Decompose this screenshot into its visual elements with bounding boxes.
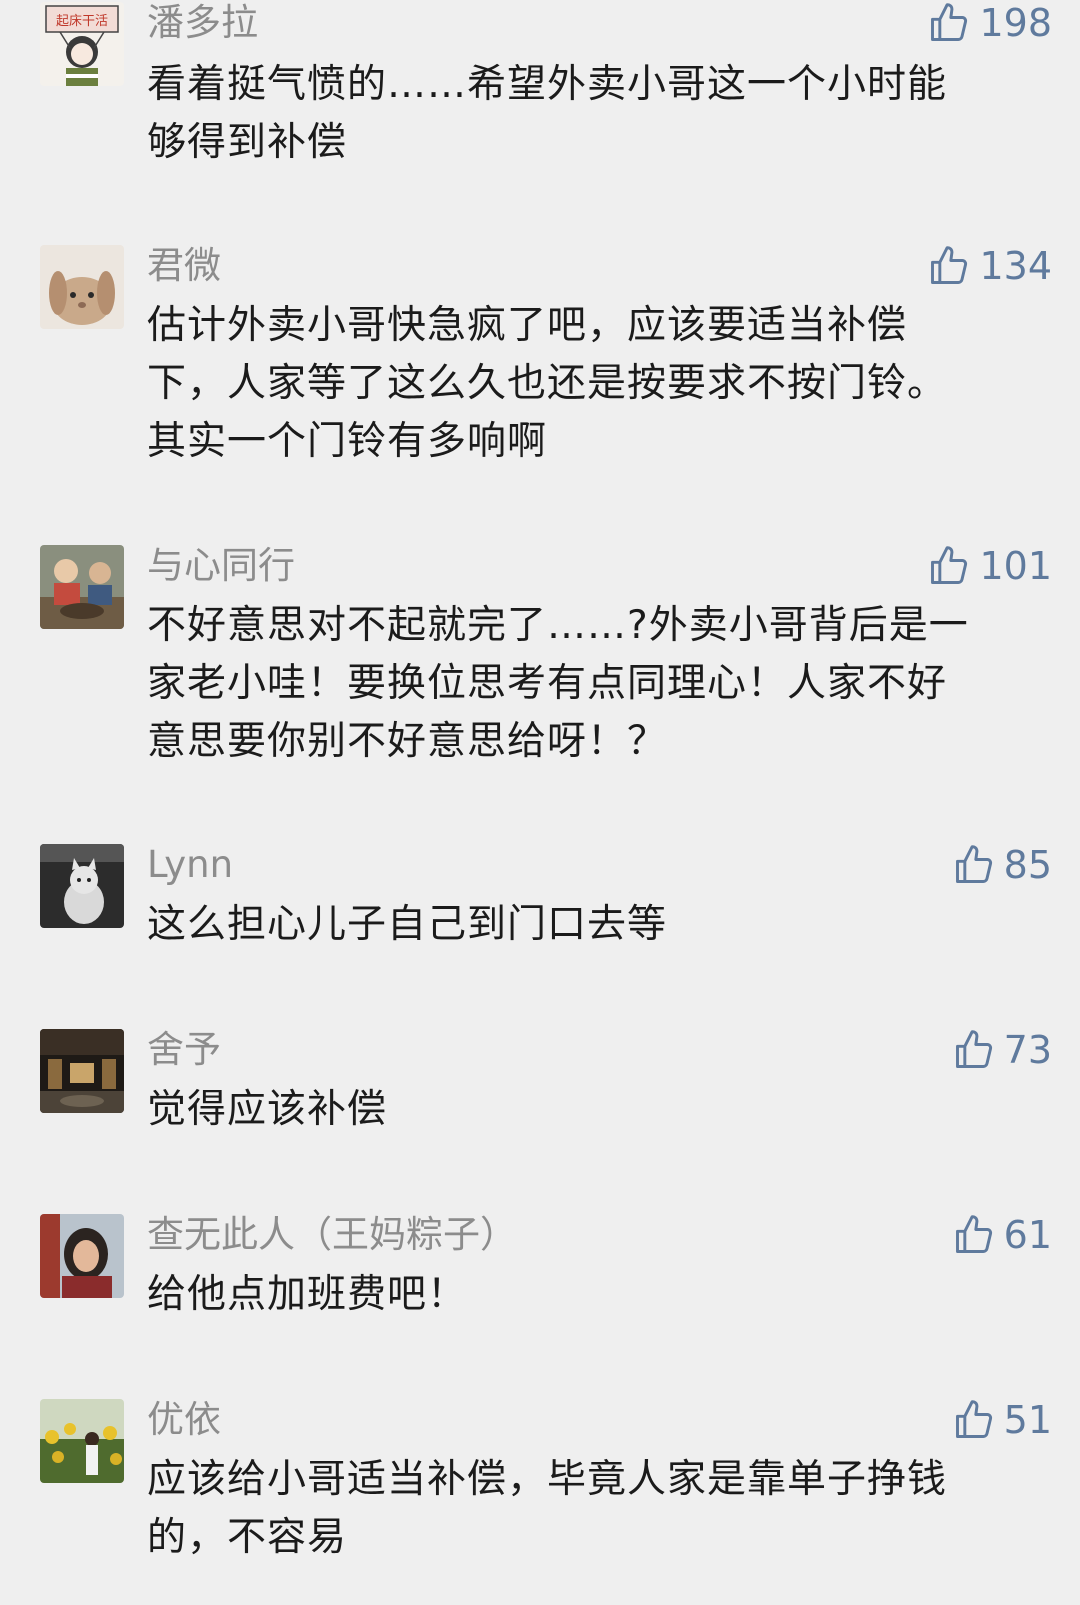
comment-author[interactable]: 君微: [147, 243, 221, 289]
like-count: 85: [1003, 843, 1052, 887]
comment-text-line: 应该给小哥适当补偿，毕竟人家是靠单子挣钱: [147, 1457, 948, 1502]
comment-text-line: 给他点加班费吧！: [147, 1272, 468, 1317]
like-button[interactable]: 101: [927, 543, 1052, 589]
thumbs-up-icon: [931, 3, 968, 41]
comment-author[interactable]: 优依: [147, 1397, 221, 1443]
avatar[interactable]: [40, 1029, 124, 1113]
thumbs-up-icon: [955, 845, 992, 883]
avatar-hall-photo-icon: [40, 1029, 124, 1113]
comment-author[interactable]: 舍予: [147, 1027, 221, 1073]
like-button[interactable]: 73: [952, 1027, 1052, 1073]
avatar-cat-photo-icon: [40, 844, 124, 928]
comment-text-line: 其实一个门铃有多响啊: [147, 419, 548, 464]
avatar[interactable]: 起床干活: [40, 2, 124, 86]
like-button[interactable]: 61: [952, 1212, 1052, 1258]
avatar-rabbit-icon: [40, 245, 124, 329]
comment-author[interactable]: Lynn: [147, 842, 233, 888]
comment-text-line: 估计外卖小哥快急疯了吧，应该要适当补偿: [147, 303, 908, 348]
thumbs-up-icon: [931, 246, 968, 284]
like-count: 51: [1003, 1398, 1052, 1442]
avatar-girl-sign-icon: 起床干活: [40, 2, 124, 86]
comment-author[interactable]: 与心同行: [147, 543, 295, 589]
like-count: 73: [1003, 1028, 1052, 1072]
avatar[interactable]: [40, 1399, 124, 1483]
like-count: 134: [979, 244, 1052, 288]
comment-text: 应该给小哥适当补偿，毕竟人家是靠单子挣钱 的，不容易: [147, 1451, 1047, 1567]
comment-text: 估计外卖小哥快急疯了吧，应该要适当补偿 下，人家等了这么久也还是按要求不按门铃。…: [147, 297, 1047, 471]
avatar-sunflower-photo-icon: [40, 1399, 124, 1483]
thumbs-up-icon: [931, 546, 968, 584]
avatar[interactable]: [40, 1214, 124, 1298]
comment-text: 觉得应该补偿: [147, 1081, 1047, 1139]
comment-text-line: 家老小哇！要换位思考有点同理心！人家不好: [147, 661, 948, 706]
like-button[interactable]: 134: [927, 243, 1052, 289]
comment-text-line: 不好意思对不起就完了……?外卖小哥背后是一: [147, 603, 969, 648]
avatar[interactable]: [40, 844, 124, 928]
comment-text-line: 觉得应该补偿: [147, 1087, 388, 1132]
thumbs-up-icon: [955, 1400, 992, 1438]
svg-text:起床干活: 起床干活: [56, 14, 108, 29]
comment-text-line: 这么担心儿子自己到门口去等: [147, 902, 668, 947]
comment-text: 不好意思对不起就完了……?外卖小哥背后是一 家老小哇！要换位思考有点同理心！人家…: [147, 597, 1047, 771]
avatar[interactable]: [40, 245, 124, 329]
like-count: 198: [979, 1, 1052, 45]
comment-text: 看着挺气愤的……希望外卖小哥这一个小时能 够得到补偿: [147, 56, 1047, 172]
like-count: 61: [1003, 1213, 1052, 1257]
comment-text-line: 够得到补偿: [147, 120, 348, 165]
thumbs-up-icon: [955, 1030, 992, 1068]
comment-text: 给他点加班费吧！: [147, 1266, 1047, 1324]
thumbs-up-icon: [955, 1215, 992, 1253]
comment-text-line: 意思要你别不好意思给呀！？: [147, 719, 668, 764]
comment-author[interactable]: 潘多拉: [147, 0, 258, 46]
like-count: 101: [979, 544, 1052, 588]
avatar-children-photo-icon: [40, 545, 124, 629]
comment-author[interactable]: 查无此人（王妈粽子）: [147, 1212, 517, 1258]
comment-text: 这么担心儿子自己到门口去等: [147, 896, 1047, 954]
comment-text-line: 看着挺气愤的……希望外卖小哥这一个小时能: [147, 62, 948, 107]
comment-text-line: 的，不容易: [147, 1515, 348, 1560]
avatar-woman-photo-icon: [40, 1214, 124, 1298]
like-button[interactable]: 85: [952, 842, 1052, 888]
avatar[interactable]: [40, 545, 124, 629]
comment-text-line: 下，人家等了这么久也还是按要求不按门铃。: [147, 361, 948, 406]
like-button[interactable]: 198: [927, 0, 1052, 46]
like-button[interactable]: 51: [952, 1397, 1052, 1443]
